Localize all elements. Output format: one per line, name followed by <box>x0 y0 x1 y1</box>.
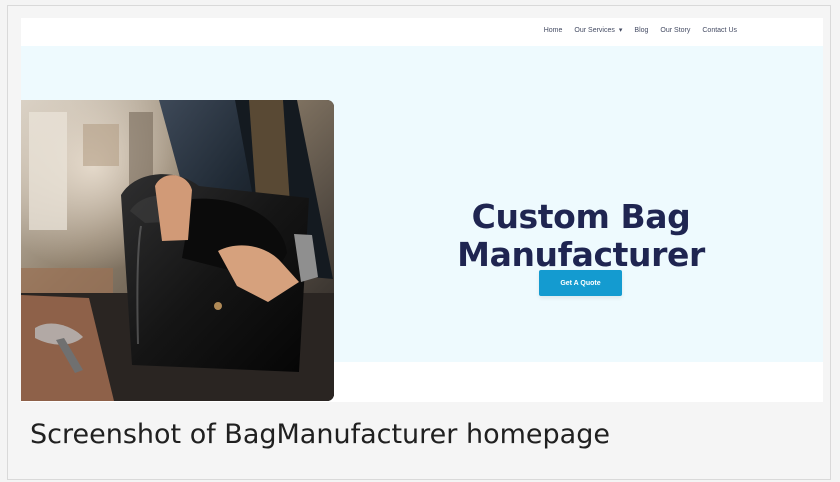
craftsman-bag-photo <box>21 100 334 401</box>
top-navigation: Home Our Services ▾ Blog Our Story Conta… <box>21 18 823 46</box>
craftsman-bag-illustration <box>21 100 334 401</box>
homepage-screenshot: Home Our Services ▾ Blog Our Story Conta… <box>21 18 823 402</box>
main-menu: Home Our Services ▾ Blog Our Story Conta… <box>544 26 737 35</box>
nav-contact-us[interactable]: Contact Us <box>702 27 737 34</box>
nav-our-services[interactable]: Our Services ▾ <box>574 26 623 35</box>
get-a-quote-button[interactable]: Get A Quote <box>539 270 622 296</box>
nav-our-services-label: Our Services <box>574 26 615 34</box>
caption-text: Screenshot of BagManufacturer homepage <box>30 419 610 450</box>
dropdown-caret-icon: ▾ <box>618 27 623 34</box>
hero-title: Custom Bag Manufacturer <box>426 198 736 274</box>
nav-our-story[interactable]: Our Story <box>660 27 690 34</box>
hero-title-line-2: Manufacturer <box>457 235 705 275</box>
nav-blog[interactable]: Blog <box>634 27 648 34</box>
hero-title-line-1: Custom Bag <box>471 197 691 237</box>
nav-home[interactable]: Home <box>544 27 563 34</box>
caption-frame: Home Our Services ▾ Blog Our Story Conta… <box>7 5 831 480</box>
